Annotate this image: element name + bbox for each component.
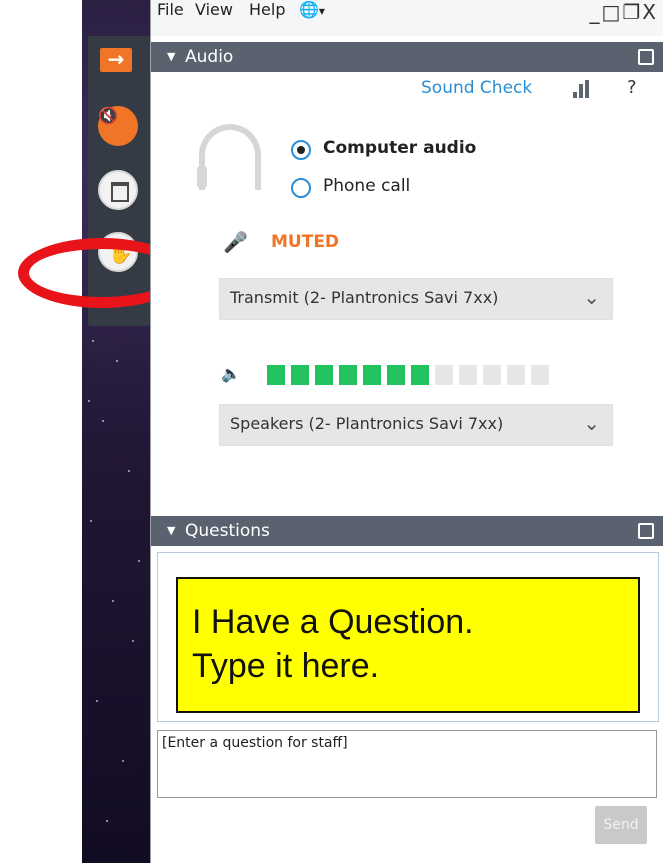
level-segment [531,365,549,385]
computer-audio-label[interactable]: Computer audio [323,138,476,158]
audio-title: Audio [185,47,234,67]
star-dot [112,600,114,602]
popout-icon[interactable] [638,49,654,65]
speaker-device-value: Speakers (2- Plantronics Savi 7xx) [230,414,504,433]
level-segment [339,365,357,385]
phone-call-label[interactable]: Phone call [323,176,410,196]
window-controls[interactable]: _□❐X [589,0,658,24]
question-input[interactable]: [Enter a question for staff] [157,730,657,798]
chevron-down-icon: ⌄ [583,411,600,435]
level-segment [267,365,285,385]
level-segment [315,365,333,385]
menu-view[interactable]: View [195,0,233,19]
speaker-device-select[interactable]: Speakers (2- Plantronics Savi 7xx) ⌄ [219,404,613,446]
collapse-triangle-icon: ▼ [167,50,176,63]
send-button[interactable]: Send [595,806,647,844]
window-icon [98,170,138,210]
transmit-device-select[interactable]: Transmit (2- Plantronics Savi 7xx) ⌄ [219,278,613,320]
collapse-panel-button[interactable]: → [96,44,140,76]
star-dot [92,340,94,342]
menu-bar: File View Help 🌐 _□❐X [151,0,663,36]
level-segment [387,365,405,385]
star-dot [88,400,90,402]
star-dot [102,420,104,422]
language-globe-icon[interactable]: 🌐 [299,0,325,19]
star-dot [90,520,92,522]
instruction-callout: I Have a Question. Type it here. [176,577,640,713]
audio-mixer-icon[interactable] [573,80,595,98]
level-segment [363,365,381,385]
menu-help[interactable]: Help [249,0,285,19]
microphone-toggle-button[interactable] [96,106,140,150]
control-panel: File View Help 🌐 _□❐X ▼ Audio Sound Chec… [150,0,663,863]
questions-section-header[interactable]: ▼ Questions [151,516,663,546]
level-segment [459,365,477,385]
muted-microphone-icon[interactable]: 🎤 [223,230,248,254]
sound-check-link[interactable]: Sound Check [421,78,532,98]
window-view-button[interactable] [96,170,140,214]
audio-section-header[interactable]: ▼ Audio [151,42,663,72]
phone-call-radio[interactable] [291,178,311,198]
collapse-triangle-icon: ▼ [167,524,176,537]
star-dot [116,360,118,362]
questions-log: I Have a Question. Type it here. [157,552,659,722]
computer-audio-radio[interactable] [291,140,311,160]
level-segment [411,365,429,385]
star-dot [128,470,130,472]
muted-status: MUTED [271,232,340,252]
questions-title: Questions [185,521,270,541]
star-dot [106,820,108,822]
level-segment [483,365,501,385]
transmit-device-value: Transmit (2- Plantronics Savi 7xx) [230,288,499,307]
menu-file[interactable]: File [157,0,184,19]
arrow-right-icon: → [100,48,132,72]
headset-icon [197,124,261,190]
chevron-down-icon: ⌄ [583,285,600,309]
star-dot [96,700,98,702]
callout-line-2: Type it here. [192,647,380,685]
star-dot [122,760,124,762]
popout-icon[interactable] [638,523,654,539]
callout-line-1: I Have a Question. [192,603,474,641]
star-dot [132,640,134,642]
level-segment [291,365,309,385]
speaker-icon: 🔈 [221,364,241,383]
muted-microphone-icon [98,106,138,146]
star-dot [138,560,140,562]
level-segment [507,365,525,385]
help-icon[interactable]: ? [627,77,637,98]
level-segment [435,365,453,385]
